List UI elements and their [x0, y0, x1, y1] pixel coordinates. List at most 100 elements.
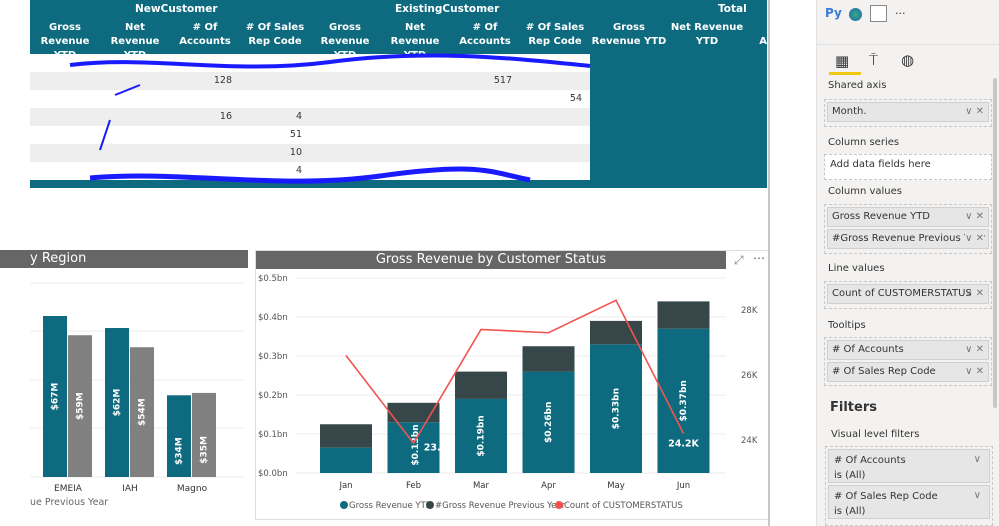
column-header[interactable]: Net Revenue YTD [380, 18, 450, 61]
y-left-tick: $0.2bn [258, 391, 288, 401]
table-cell [520, 72, 590, 90]
legend-item: #Gross Revenue Previous Year [435, 501, 566, 511]
y-left-tick: $0.4bn [258, 313, 288, 323]
table-cell: 51 [289, 129, 302, 140]
x-tick-label: Apr [541, 481, 556, 491]
table-cell [450, 90, 520, 108]
field-label: Month. [832, 106, 867, 117]
table-cell [100, 162, 170, 180]
table-cell: 54 [569, 93, 582, 104]
analytics-icon[interactable]: ◍ [901, 51, 914, 69]
column-header[interactable]: Gross Revenue YTD [310, 18, 380, 61]
table-total-row [30, 180, 767, 188]
table-cell [30, 144, 100, 162]
y-right-tick: 28K [741, 306, 758, 316]
table-row: 54 [30, 90, 767, 108]
table-cell [310, 108, 380, 126]
table-cell [100, 126, 170, 144]
column-header[interactable]: # Of Accounts [170, 18, 240, 54]
y-left-tick: $0.3bn [258, 352, 288, 362]
panel-scrollbar[interactable] [993, 78, 997, 408]
legend-marker [555, 501, 563, 509]
column-header-row: Gross Revenue YTD Net Revenue YTD # Of Acc… [30, 18, 767, 61]
field-count-customerstatus[interactable]: Count of CUSTOMERSTATUS ∨ ✕ [827, 284, 989, 304]
table-cell [746, 90, 767, 108]
shared-axis-well[interactable]: Month. ∨ ✕ [824, 99, 992, 127]
chevron-remove-icons[interactable]: ∨ ✕ [965, 285, 984, 303]
chevron-remove-icons[interactable]: ∨ ✕ [965, 103, 984, 121]
column-header[interactable]: Gross Revenue YTD [30, 18, 100, 61]
column-series-well[interactable]: Add data fields here [824, 154, 992, 180]
data-label: $0.33bn [612, 388, 622, 429]
x-tick-label: Mar [473, 481, 490, 491]
filter-of-sales-rep-code[interactable]: # Of Sales Rep Code is (All) ∨ [828, 485, 990, 519]
data-label: $59M [76, 392, 86, 420]
line-values-well[interactable]: Count of CUSTOMERSTATUS ∨ ✕ [824, 281, 992, 309]
table-cell [450, 54, 520, 72]
table-cell [450, 126, 520, 144]
table-cell [30, 162, 100, 180]
group-header-row: NewCustomer ExistingCustomer Total [30, 0, 767, 18]
chart-icon[interactable] [870, 5, 887, 22]
fields-icon[interactable]: ▦ [835, 52, 849, 70]
x-tick-label: Feb [406, 481, 421, 491]
table-cell [380, 126, 450, 144]
table-cell [100, 108, 170, 126]
bar-gross-revenue-previous-year [657, 301, 710, 329]
chevron-remove-icons[interactable]: ∨ ✕ [965, 208, 984, 226]
chevron-remove-icons[interactable]: ∨ ✕ [965, 363, 984, 381]
legend-marker [426, 501, 434, 509]
table-cell [310, 90, 380, 108]
chevron-down-icon[interactable]: ∨ [974, 452, 981, 467]
x-tick-label: IAH [122, 484, 138, 494]
table-cell [310, 144, 380, 162]
table-cell [668, 90, 746, 108]
table-cell [170, 144, 240, 162]
table-cell [310, 54, 380, 72]
column-header[interactable]: # Of Sales Rep Code [520, 18, 590, 54]
table-cell [590, 90, 668, 108]
field-of-sales-rep-code[interactable]: # Of Sales Rep Code ∨ ✕ [827, 362, 989, 382]
region-chart[interactable]: y Region $67M $59M EMEIA $62M $54M IAH $34M $35… [0, 250, 248, 522]
chevron-down-icon[interactable]: ∨ [974, 488, 981, 503]
table-cell [380, 90, 450, 108]
filter-of-accounts[interactable]: # Of Accounts is (All) ∨ [828, 449, 990, 483]
column-header[interactable]: # Of Accounts [450, 18, 520, 54]
matrix-table[interactable]: NewCustomer ExistingCustomer Total Gross… [30, 0, 767, 188]
column-values-well[interactable]: Gross Revenue YTD ∨ ✕ #Gross Revenue Prev… [824, 204, 992, 254]
table-cell [746, 126, 767, 144]
chevron-remove-icons[interactable]: ∨ ✕ [965, 230, 984, 248]
table-cell [520, 144, 590, 162]
field-gross-revenue-previous-year[interactable]: #Gross Revenue Previous Year ∨ ✕ [827, 229, 989, 249]
table-cell [746, 72, 767, 90]
format-paintroller-icon[interactable]: ⍑ [869, 51, 878, 69]
column-header[interactable]: # Of Accounts [746, 18, 767, 54]
chevron-remove-icons[interactable]: ∨ ✕ [965, 341, 984, 359]
more-visuals-icon[interactable]: ... [895, 4, 906, 17]
column-header[interactable]: Net Revenue YTD [100, 18, 170, 61]
column-header[interactable]: # Of Sales Rep Code [240, 18, 310, 54]
field-month[interactable]: Month. ∨ ✕ [827, 102, 989, 122]
line-data-label: 23.9 [424, 442, 447, 453]
x-tick-label: Jun [676, 481, 690, 491]
table-cell: 128 [213, 75, 232, 86]
globe-icon[interactable] [849, 8, 862, 21]
field-of-accounts[interactable]: # Of Accounts ∨ ✕ [827, 340, 989, 360]
data-label: $0.13bn [411, 424, 421, 465]
y-right-tick: 24K [741, 436, 758, 446]
data-label: $67M [51, 383, 61, 411]
column-header[interactable]: Gross Revenue YTD [590, 18, 668, 54]
table-cell [30, 126, 100, 144]
python-visual-icon[interactable]: Py [825, 6, 842, 20]
region-legend-fragment: ue Previous Year [30, 497, 109, 508]
filter-value: is (All) [834, 506, 866, 517]
visualizations-pane: Py ... ▦ ⍑ ◍ Shared axis Month. ∨ ✕ Colum… [816, 0, 999, 526]
combo-chart[interactable]: Gross Revenue by Customer Status ⤢ ⋯ $0.… [255, 250, 770, 520]
table-cell [30, 72, 100, 90]
field-gross-revenue-ytd[interactable]: Gross Revenue YTD ∨ ✕ [827, 207, 989, 227]
tooltips-well[interactable]: # Of Accounts ∨ ✕ # Of Sales Rep Code ∨ ✕ [824, 337, 992, 386]
table-cell [520, 126, 590, 144]
column-series-label: Column series [828, 137, 900, 148]
column-header[interactable]: Net Revenue YTD [668, 18, 746, 54]
visual-filters-well[interactable]: # Of Accounts is (All) ∨ # Of Sales Rep Co… [825, 446, 993, 526]
